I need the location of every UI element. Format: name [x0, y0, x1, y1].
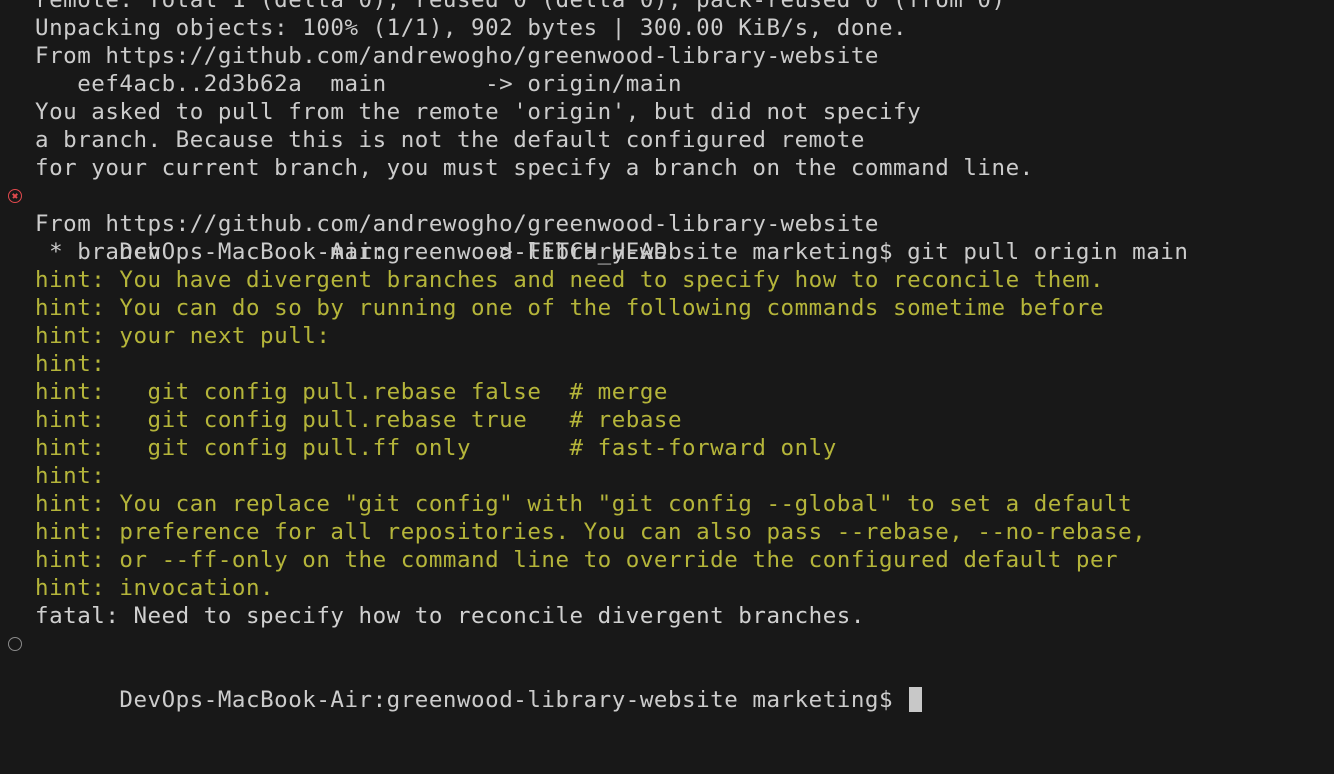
- terminal-line: * branch main -> FETCH_HEAD: [35, 239, 668, 265]
- terminal-line: eef4acb..2d3b62a main -> origin/main: [35, 71, 683, 97]
- terminal-panel[interactable]: remote: Total 1 (delta 0), reused 0 (del…: [0, 0, 1334, 774]
- prompt-text: DevOps-MacBook-Air:greenwood-library-web…: [119, 687, 908, 713]
- hint-line: hint: git config pull.rebase true # reba…: [35, 407, 683, 433]
- fatal-line: fatal: Need to specify how to reconcile …: [35, 603, 865, 629]
- hint-line: hint: You can replace "git config" with …: [35, 491, 1133, 517]
- hint-line: hint:: [35, 463, 106, 489]
- circle-x-icon[interactable]: [8, 189, 22, 203]
- terminal-line: Unpacking objects: 100% (1/1), 902 bytes…: [35, 15, 908, 41]
- hint-line: hint: git config pull.ff only # fast-for…: [35, 435, 837, 461]
- terminal-output: remote: Total 1 (delta 0), reused 0 (del…: [0, 0, 1334, 713]
- terminal-line: remote: Total 1 (delta 0), reused 0 (del…: [35, 0, 1006, 13]
- terminal-line: From https://github.com/andrewogho/green…: [35, 43, 879, 69]
- terminal-line: for your current branch, you must specif…: [35, 155, 1034, 181]
- terminal-prompt-line[interactable]: DevOps-MacBook-Air:greenwood-library-web…: [0, 630, 1334, 713]
- hint-line: hint:: [35, 351, 106, 377]
- terminal-line: a branch. Because this is not the defaul…: [35, 127, 865, 153]
- terminal-line: From https://github.com/andrewogho/green…: [35, 211, 879, 237]
- circle-outline-icon[interactable]: [8, 637, 22, 651]
- hint-line: hint: git config pull.rebase false # mer…: [35, 379, 668, 405]
- hint-line: hint: You can do so by running one of th…: [35, 295, 1105, 321]
- hint-line: hint: your next pull:: [35, 323, 331, 349]
- hint-line: hint: invocation.: [35, 575, 275, 601]
- terminal-command-line: DevOps-MacBook-Air:greenwood-library-web…: [0, 182, 1334, 265]
- terminal-line: You asked to pull from the remote 'origi…: [35, 99, 922, 125]
- hint-line: hint: preference for all repositories. Y…: [35, 519, 1147, 545]
- hint-line: hint: You have divergent branches and ne…: [35, 267, 1105, 293]
- hint-line: hint: or --ff-only on the command line t…: [35, 547, 1119, 573]
- text-cursor: [909, 687, 923, 712]
